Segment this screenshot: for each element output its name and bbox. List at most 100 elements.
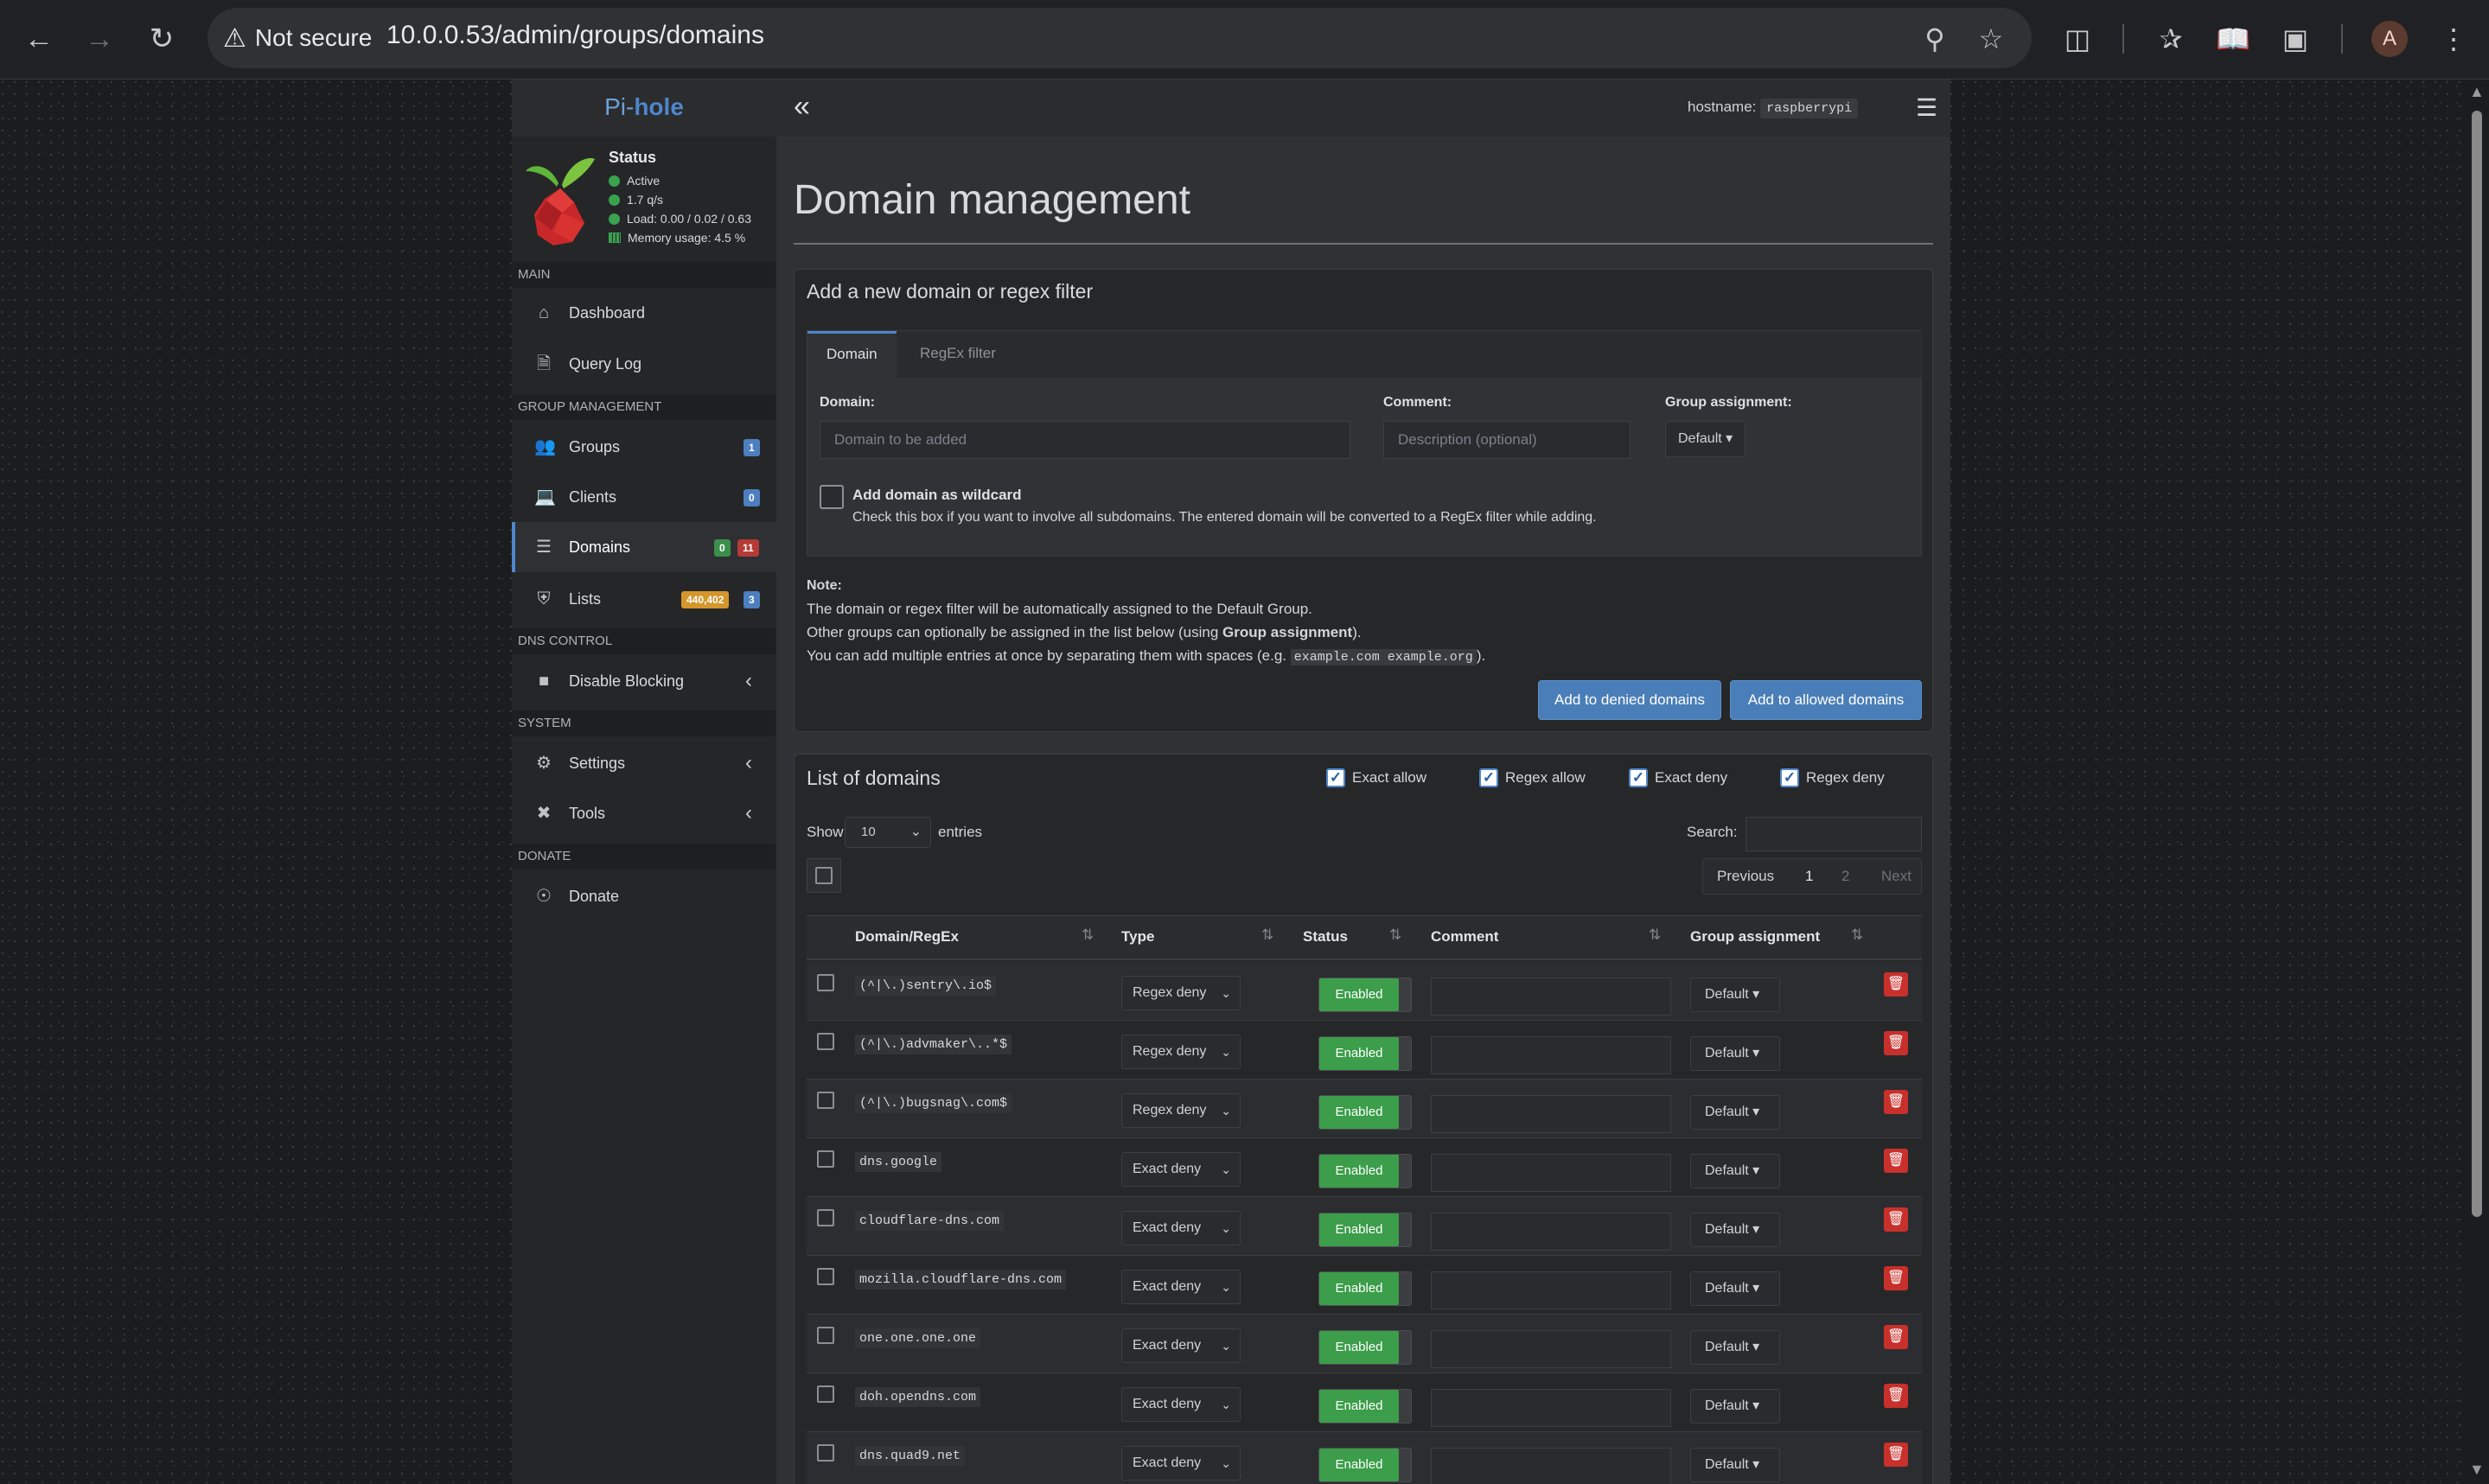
trash-icon[interactable]: 🗑: [1884, 1031, 1908, 1055]
scroll-up-icon[interactable]: ▲: [2469, 83, 2485, 101]
sidebar-item-clients[interactable]: 💻 Clients 0: [512, 472, 776, 522]
comment-input[interactable]: [1431, 1271, 1671, 1309]
group-dropdown[interactable]: Default ▾: [1690, 1213, 1780, 1247]
group-dropdown[interactable]: Default ▾: [1690, 1448, 1780, 1482]
type-select[interactable]: Exact deny ⌄: [1121, 1211, 1241, 1245]
row-checkbox[interactable]: [817, 1327, 834, 1344]
type-select[interactable]: Regex deny ⌄: [1121, 976, 1241, 1010]
profile-avatar[interactable]: A: [2371, 21, 2408, 57]
status-toggle[interactable]: Enabled: [1318, 1036, 1412, 1071]
trash-icon[interactable]: 🗑: [1884, 1149, 1908, 1173]
group-assignment-dropdown[interactable]: Default ▾: [1665, 421, 1746, 457]
trash-icon[interactable]: 🗑: [1884, 1325, 1908, 1349]
trash-icon[interactable]: 🗑: [1884, 1207, 1908, 1232]
url-text[interactable]: 10.0.0.53/admin/groups/domains: [386, 21, 764, 50]
type-select[interactable]: Exact deny ⌄: [1121, 1270, 1241, 1304]
type-select[interactable]: Regex deny ⌄: [1121, 1035, 1241, 1069]
wildcard-checkbox[interactable]: [820, 485, 844, 509]
trash-icon[interactable]: 🗑: [1884, 1266, 1908, 1290]
collections-icon[interactable]: ▣: [2275, 19, 2315, 59]
pagination-page-2[interactable]: 2: [1841, 859, 1849, 894]
collapse-sidebar-icon[interactable]: «: [794, 90, 810, 124]
filter-regex-deny[interactable]: ✓ Regex deny: [1780, 768, 1885, 787]
sidebar-item-domains[interactable]: ☰ Domains 0 11: [512, 522, 776, 572]
sidebar-item-donate[interactable]: ☉ Donate: [512, 871, 776, 921]
entries-per-page-select[interactable]: 10 ⌄: [845, 817, 931, 848]
filter-exact-deny[interactable]: ✓ Exact deny: [1629, 768, 1727, 787]
security-indicator[interactable]: ⚠ Not secure: [223, 17, 372, 59]
pagination-next[interactable]: Next: [1881, 859, 1911, 894]
sort-icon[interactable]: ⇅: [1649, 927, 1661, 944]
type-select[interactable]: Exact deny ⌄: [1121, 1387, 1241, 1422]
status-toggle[interactable]: Enabled: [1318, 1389, 1412, 1423]
group-dropdown[interactable]: Default ▾: [1690, 1271, 1780, 1306]
bookmark-star-icon[interactable]: ☆: [1971, 19, 2011, 59]
row-checkbox[interactable]: [817, 1444, 834, 1462]
trash-icon[interactable]: 🗑: [1884, 972, 1908, 997]
row-checkbox[interactable]: [817, 1150, 834, 1168]
sort-icon[interactable]: ⇅: [1851, 927, 1863, 944]
col-comment[interactable]: Comment: [1431, 928, 1498, 946]
comment-input[interactable]: Description (optional): [1383, 421, 1631, 459]
trash-icon[interactable]: 🗑: [1884, 1090, 1908, 1114]
status-toggle[interactable]: Enabled: [1318, 1271, 1412, 1306]
sidebar-item-dashboard[interactable]: ⌂ Dashboard: [512, 288, 776, 338]
row-checkbox[interactable]: [817, 974, 834, 991]
reload-icon[interactable]: ↻: [140, 17, 183, 61]
reading-view-icon[interactable]: 📖: [2213, 19, 2253, 59]
type-select[interactable]: Exact deny ⌄: [1121, 1328, 1241, 1363]
type-select[interactable]: Exact deny ⌄: [1121, 1446, 1241, 1481]
row-checkbox[interactable]: [817, 1268, 834, 1285]
row-checkbox[interactable]: [817, 1092, 834, 1109]
comment-input[interactable]: [1431, 978, 1671, 1016]
add-to-allowed-button[interactable]: Add to allowed domains: [1730, 680, 1922, 720]
row-checkbox[interactable]: [817, 1033, 834, 1050]
col-domain[interactable]: Domain/RegEx: [855, 928, 959, 946]
domain-input[interactable]: Domain to be added: [820, 421, 1350, 459]
comment-input[interactable]: [1431, 1389, 1671, 1427]
scroll-down-icon[interactable]: ▼: [2469, 1461, 2485, 1479]
zoom-icon[interactable]: ⚲: [1915, 19, 1955, 59]
row-checkbox[interactable]: [817, 1385, 834, 1403]
status-toggle[interactable]: Enabled: [1318, 1095, 1412, 1130]
trash-icon[interactable]: 🗑: [1884, 1443, 1908, 1467]
trash-icon[interactable]: 🗑: [1884, 1384, 1908, 1408]
search-input[interactable]: [1745, 817, 1922, 851]
back-icon[interactable]: ←: [17, 17, 61, 61]
comment-input[interactable]: [1431, 1330, 1671, 1368]
extensions-icon[interactable]: ◫: [2058, 19, 2097, 59]
filter-exact-allow[interactable]: ✓ Exact allow: [1326, 768, 1426, 787]
comment-input[interactable]: [1431, 1095, 1671, 1133]
comment-input[interactable]: [1431, 1036, 1671, 1074]
group-dropdown[interactable]: Default ▾: [1690, 978, 1780, 1012]
sort-icon[interactable]: ⇅: [1389, 927, 1401, 944]
sort-icon[interactable]: ⇅: [1261, 927, 1273, 944]
status-toggle[interactable]: Enabled: [1318, 978, 1412, 1012]
tab-regex-filter[interactable]: RegEx filter: [901, 331, 1015, 378]
favorites-icon[interactable]: ✰: [2151, 19, 2191, 59]
add-to-denied-button[interactable]: Add to denied domains: [1538, 680, 1721, 720]
status-toggle[interactable]: Enabled: [1318, 1154, 1412, 1188]
more-menu-icon[interactable]: ⋮: [2434, 19, 2473, 59]
comment-input[interactable]: [1431, 1154, 1671, 1192]
sidebar-item-groups[interactable]: 👥 Groups 1: [512, 422, 776, 472]
scrollbar-thumb[interactable]: [2472, 111, 2482, 1217]
col-type[interactable]: Type: [1121, 928, 1154, 946]
col-group-assignment[interactable]: Group assignment: [1690, 928, 1820, 946]
sidebar-item-lists[interactable]: ⛨ Lists 440,402 3: [512, 574, 776, 624]
group-dropdown[interactable]: Default ▾: [1690, 1154, 1780, 1188]
comment-input[interactable]: [1431, 1213, 1671, 1251]
sidebar-item-query-log[interactable]: 🗎 Query Log: [512, 339, 776, 389]
sidebar-item-disable-blocking[interactable]: ■ Disable Blocking ‹: [512, 656, 776, 706]
group-dropdown[interactable]: Default ▾: [1690, 1389, 1780, 1423]
type-select[interactable]: Exact deny ⌄: [1121, 1152, 1241, 1187]
status-toggle[interactable]: Enabled: [1318, 1448, 1412, 1482]
comment-input[interactable]: [1431, 1448, 1671, 1484]
type-select[interactable]: Regex deny ⌄: [1121, 1093, 1241, 1128]
sort-icon[interactable]: ⇅: [1082, 927, 1094, 944]
pagination-page-1[interactable]: 1: [1805, 859, 1813, 894]
group-dropdown[interactable]: Default ▾: [1690, 1330, 1780, 1365]
filter-regex-allow[interactable]: ✓ Regex allow: [1479, 768, 1586, 787]
status-toggle[interactable]: Enabled: [1318, 1213, 1412, 1247]
select-all-button[interactable]: [807, 858, 841, 893]
